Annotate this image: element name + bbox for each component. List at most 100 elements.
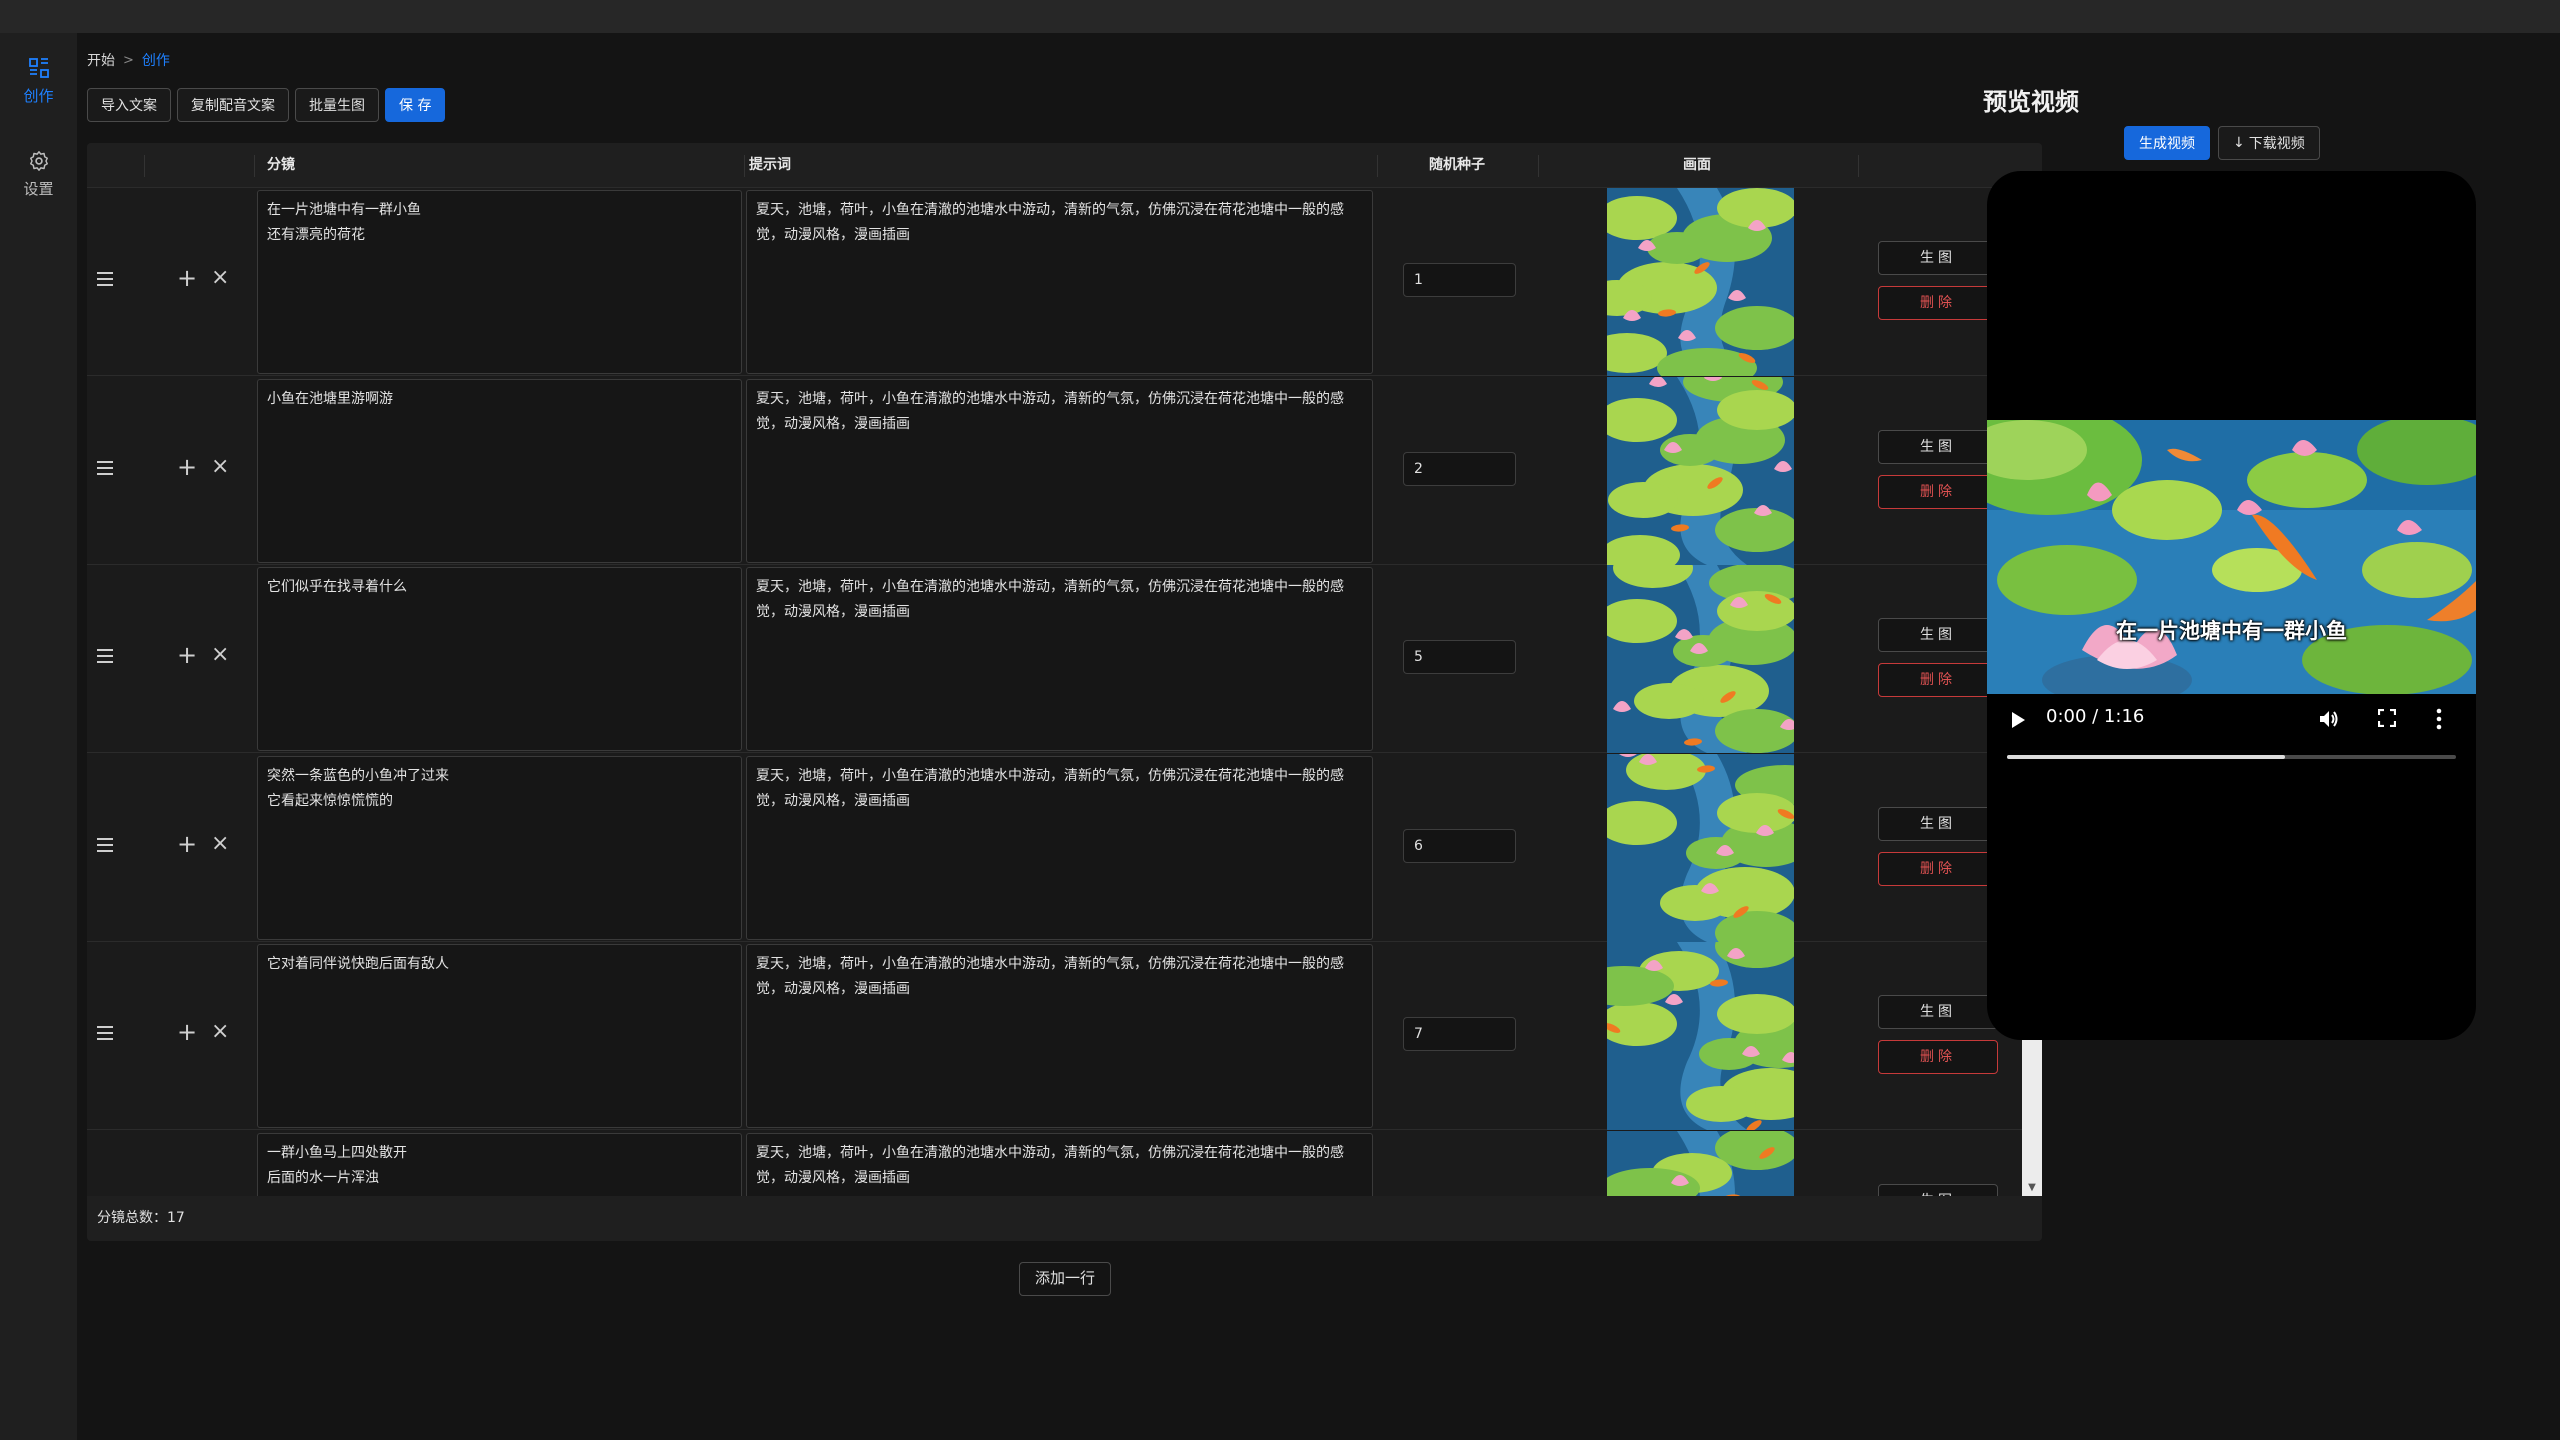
generate-image-button[interactable]: 生图 [1878,618,1998,652]
video-progress-buffered [2007,755,2286,759]
preview-title: 预览视频 [1983,88,2079,116]
delete-row-button[interactable]: 删除 [1878,852,1998,886]
header-divider [254,155,255,177]
more-options-icon[interactable] [2436,708,2442,730]
drag-handle-icon[interactable] [97,649,113,663]
seed-input[interactable]: 7 [1403,1017,1516,1051]
header-storyboard: 分镜 [267,157,295,173]
scroll-down-icon[interactable]: ▼ [2022,1180,2042,1196]
prompt-text-field[interactable]: 夏天，池塘，荷叶，小鱼在清澈的池塘水中游动，清新的气氛，仿佛沉浸在荷花池塘中一般… [746,944,1373,1128]
import-text-button[interactable]: 导入文案 [87,88,171,122]
prompt-text-field[interactable]: 夏天，池塘，荷叶，小鱼在清澈的池塘水中游动，清新的气氛，仿佛沉浸在荷花池塘中一般… [746,190,1373,374]
table-row: + × 小鱼在池塘里游啊游 夏天，池塘，荷叶，小鱼在清澈的池塘水中游动，清新的气… [87,377,2022,565]
video-progress-bar[interactable] [2007,755,2456,759]
volume-icon[interactable] [2318,708,2340,730]
close-icon[interactable]: × [211,643,229,667]
add-icon[interactable]: + [177,1020,197,1044]
add-icon[interactable]: + [177,455,197,479]
header-image: 画面 [1683,157,1711,173]
table-row: + × 它对着同伴说快跑后面有敌人 夏天，池塘，荷叶，小鱼在清澈的池塘水中游动，… [87,942,2022,1130]
table-row: + × 一群小鱼马上四处散开 后面的水一片浑浊 夏天，池塘，荷叶，小鱼在清澈的池… [87,1131,2022,1196]
drag-handle-icon[interactable] [97,838,113,852]
close-icon[interactable]: × [211,1020,229,1044]
fullscreen-icon[interactable] [2378,709,2396,727]
add-icon[interactable]: + [177,832,197,856]
generated-image [1607,377,1794,565]
download-video-button[interactable]: ↓ 下载视频 [2218,126,2320,160]
breadcrumb: 开始 > 创作 [87,50,170,70]
generate-image-button[interactable]: 生图 [1878,1184,1998,1196]
table-body: + × 在一片池塘中有一群小鱼 还有漂亮的荷花 夏天，池塘，荷叶，小鱼在清澈的池… [87,188,2022,1196]
sidebar-item-create[interactable]: 创作 [0,57,77,106]
header-divider [1377,155,1378,177]
gear-icon [29,151,48,171]
header-divider [1538,155,1539,177]
storyboard-text-field[interactable]: 它们似乎在找寻着什么 [257,567,742,751]
generated-image [1607,1131,1794,1196]
copy-voice-text-button[interactable]: 复制配音文案 [177,88,289,122]
close-icon[interactable]: × [211,455,229,479]
video-controls: 0:00 / 1:16 [1987,694,2476,766]
generated-image [1607,565,1794,753]
storyboard-text-field[interactable]: 一群小鱼马上四处散开 后面的水一片浑浊 [257,1133,742,1196]
sidebar-item-settings[interactable]: 设置 [0,150,77,199]
seed-input[interactable]: 5 [1403,640,1516,674]
header-divider [144,155,145,177]
prompt-text-field[interactable]: 夏天，池塘，荷叶，小鱼在清澈的池塘水中游动，清新的气氛，仿佛沉浸在荷花池塘中一般… [746,1133,1373,1196]
storyboard-table: 分镜 提示词 随机种子 画面 + × 在一片池塘中有一群小鱼 还有漂亮的荷花 夏… [87,143,2042,1241]
drag-handle-icon[interactable] [97,1026,113,1040]
drag-handle-icon[interactable] [97,272,113,286]
download-icon: ↓ [2233,135,2245,151]
storyboard-text-field[interactable]: 它对着同伴说快跑后面有敌人 [257,944,742,1128]
prompt-text-field[interactable]: 夏天，池塘，荷叶，小鱼在清澈的池塘水中游动，清新的气氛，仿佛沉浸在荷花池塘中一般… [746,756,1373,940]
generated-image [1607,754,1794,942]
batch-generate-button[interactable]: 批量生图 [295,88,379,122]
sidebar: 创作 设置 [0,33,77,1440]
delete-row-button[interactable]: 删除 [1878,475,1998,509]
create-grid-icon [28,58,49,78]
delete-row-button[interactable]: 删除 [1878,663,1998,697]
storyboard-text-field[interactable]: 小鱼在池塘里游啊游 [257,379,742,563]
generated-image [1607,188,1794,376]
seed-input[interactable]: 6 [1403,829,1516,863]
add-icon[interactable]: + [177,266,197,290]
delete-row-button[interactable]: 删除 [1878,286,1998,320]
generate-image-button[interactable]: 生图 [1878,807,1998,841]
table-row: + × 它们似乎在找寻着什么 夏天，池塘，荷叶，小鱼在清澈的池塘水中游动，清新的… [87,565,2022,753]
prompt-text-field[interactable]: 夏天，池塘，荷叶，小鱼在清澈的池塘水中游动，清新的气氛，仿佛沉浸在荷花池塘中一般… [746,567,1373,751]
prompt-text-field[interactable]: 夏天，池塘，荷叶，小鱼在清澈的池塘水中游动，清新的气氛，仿佛沉浸在荷花池塘中一般… [746,379,1373,563]
drag-handle-icon[interactable] [97,461,113,475]
breadcrumb-current: 创作 [141,53,170,69]
storyboard-text-field[interactable]: 突然一条蓝色的小鱼冲了过来 它看起来惊惊慌慌的 [257,756,742,940]
generate-image-button[interactable]: 生图 [1878,995,1998,1029]
seed-input[interactable]: 2 [1403,452,1516,486]
storyboard-text-field[interactable]: 在一片池塘中有一群小鱼 还有漂亮的荷花 [257,190,742,374]
header-seed: 随机种子 [1429,157,1485,173]
generate-image-button[interactable]: 生图 [1878,241,1998,275]
save-button[interactable]: 保 存 [385,88,446,122]
table-header: 分镜 提示词 随机种子 画面 [87,143,2042,188]
table-row: + × 在一片池塘中有一群小鱼 还有漂亮的荷花 夏天，池塘，荷叶，小鱼在清澈的池… [87,188,2022,376]
close-icon[interactable]: × [211,832,229,856]
seed-input[interactable]: 1 [1403,263,1516,297]
video-time: 0:00 / 1:16 [2046,706,2145,727]
video-subtitle: 在一片池塘中有一群小鱼 [2116,619,2347,643]
play-icon[interactable] [2009,710,2027,730]
header-prompt: 提示词 [749,157,791,173]
preview-actions: 生成视频 ↓ 下载视频 [2124,126,2320,160]
generate-image-button[interactable]: 生图 [1878,430,1998,464]
delete-row-button[interactable]: 删除 [1878,1040,1998,1074]
close-icon[interactable]: × [211,266,229,290]
sidebar-item-label: 创作 [23,87,54,105]
add-row-button[interactable]: 添加一行 [1019,1262,1111,1296]
table-footer-count: 分镜总数：17 [87,1196,2042,1241]
sidebar-item-label: 设置 [23,180,54,198]
generate-video-button[interactable]: 生成视频 [2124,126,2210,160]
header-divider [1858,155,1859,177]
video-frame-image[interactable]: 在一片池塘中有一群小鱼 [1987,420,2476,694]
generated-image [1607,942,1794,1130]
add-icon[interactable]: + [177,643,197,667]
download-video-label: 下载视频 [2248,136,2305,152]
window-top-bar [0,0,2560,33]
breadcrumb-root[interactable]: 开始 [87,50,115,70]
